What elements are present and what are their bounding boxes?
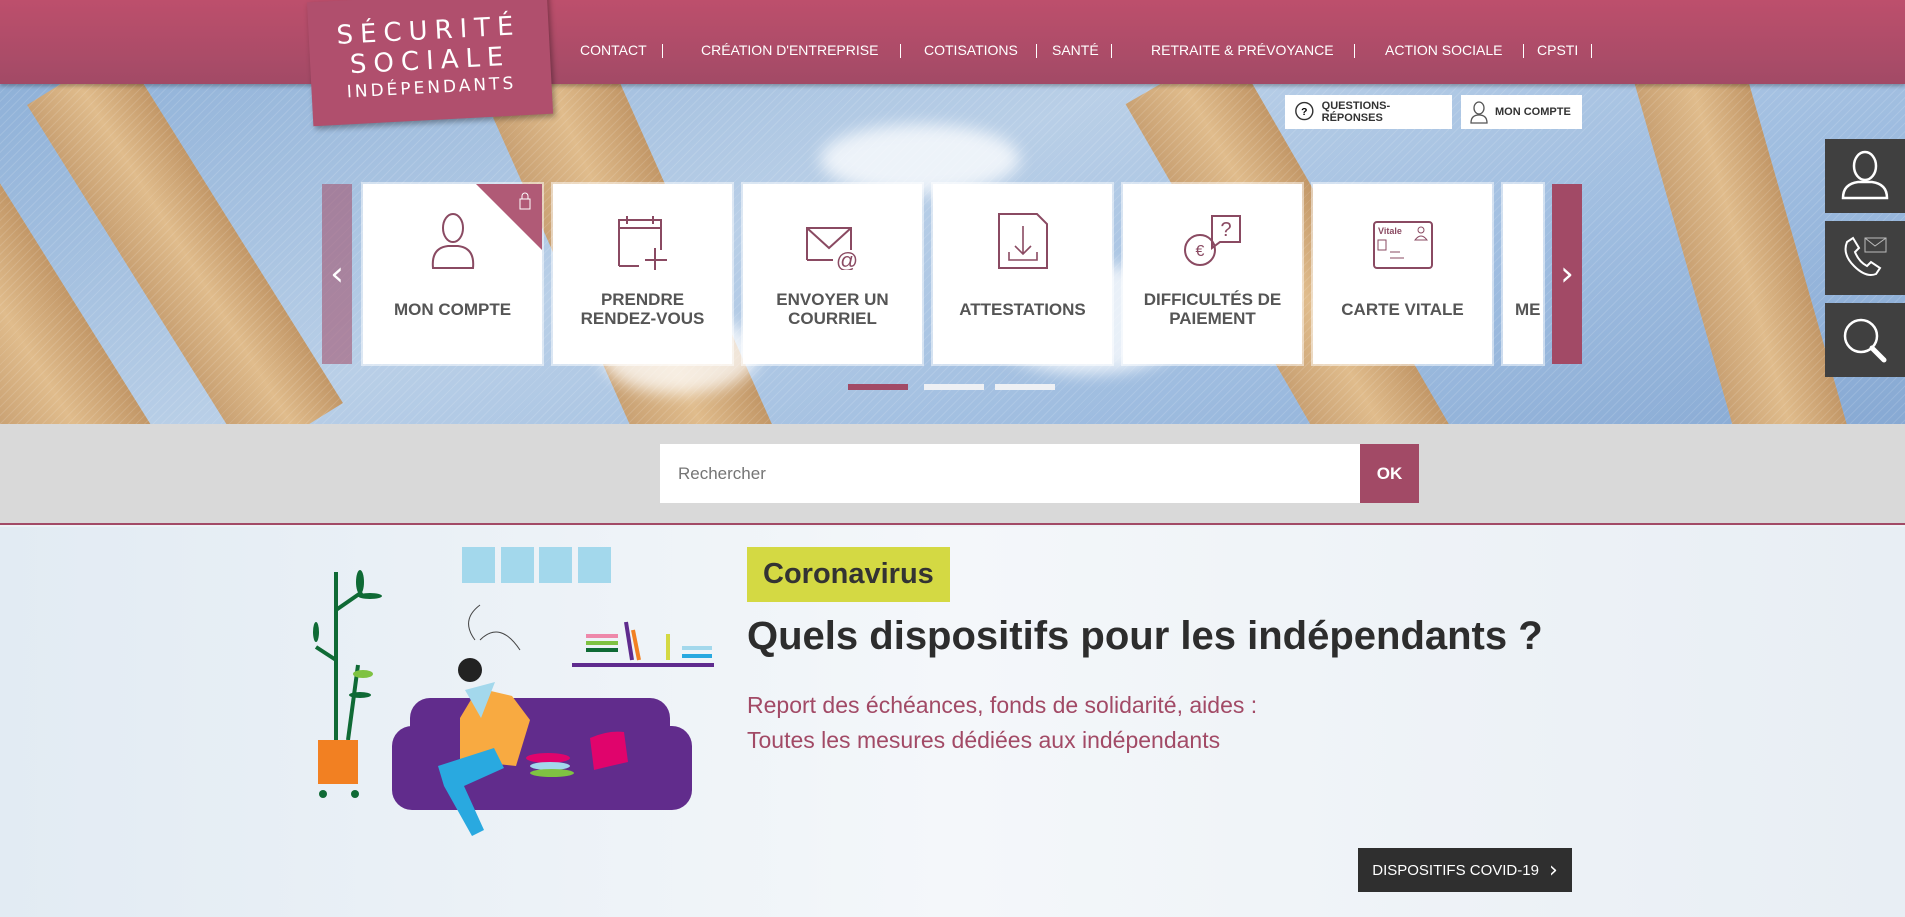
document-download-icon — [997, 213, 1048, 269]
nav-sante[interactable]: SANTÉ — [1052, 42, 1099, 58]
question-bubble-icon: ? — [1295, 101, 1314, 121]
search-input[interactable] — [660, 444, 1360, 503]
svg-text:?: ? — [1301, 107, 1307, 118]
card-carte-vitale[interactable]: Vitale CARTE VITALE — [1313, 184, 1492, 364]
magnifier-icon — [1843, 318, 1887, 363]
logo[interactable]: SÉCURITÉ SOCIALE INDÉPENDANTS — [306, 0, 554, 127]
lock-corner — [476, 184, 542, 250]
vitale-card-icon: Vitale — [1372, 221, 1433, 269]
feature-section — [0, 527, 1905, 917]
search-ok-button[interactable]: OK — [1360, 444, 1419, 503]
user-icon — [431, 213, 474, 269]
side-search-button[interactable] — [1825, 303, 1905, 377]
carousel-prev-button[interactable]: ‹ — [322, 184, 352, 364]
card-partial[interactable]: ME — [1503, 184, 1543, 364]
carousel-dot-1[interactable] — [848, 384, 908, 390]
carousel-dot-3[interactable] — [995, 384, 1055, 390]
svg-text:?: ? — [1220, 219, 1231, 241]
email-icon: @ — [805, 227, 858, 270]
card-courriel[interactable]: @ ENVOYER UN COURRIEL — [743, 184, 922, 364]
nav-retraite[interactable]: RETRAITE & PRÉVOYANCE — [1151, 42, 1334, 58]
card-difficultes-paiement[interactable]: €? DIFFICULTÉS DE PAIEMENT — [1123, 184, 1302, 364]
feature-title: Quels dispositifs pour les indépendants … — [747, 614, 1543, 658]
card-attestations[interactable]: ATTESTATIONS — [933, 184, 1112, 364]
nav-cpsti[interactable]: CPSTI — [1537, 42, 1578, 58]
svg-text:Vitale: Vitale — [1378, 226, 1402, 236]
svg-text:€: € — [1195, 243, 1204, 260]
user-icon — [1841, 150, 1889, 200]
illustration-covid — [313, 547, 714, 836]
chevron-left-icon: ‹ — [330, 254, 344, 294]
lock-icon — [519, 192, 531, 210]
nav-action-sociale[interactable]: ACTION SOCIALE — [1385, 42, 1502, 58]
feature-subtitle-2: Toutes les mesures dédiées aux indépenda… — [747, 727, 1221, 753]
carousel-next-button[interactable]: › — [1552, 184, 1582, 364]
chevron-right-icon: › — [1548, 857, 1558, 883]
chevron-right-icon: › — [1560, 254, 1574, 294]
side-account-button[interactable] — [1825, 139, 1905, 213]
user-icon — [1470, 101, 1488, 124]
nav-creation[interactable]: CRÉATION D'ENTREPRISE — [701, 42, 878, 58]
nav-contact[interactable]: CONTACT — [580, 42, 647, 58]
side-contact-button[interactable] — [1825, 221, 1905, 295]
phone-mail-icon — [1844, 236, 1887, 276]
faq-button[interactable]: ? QUESTIONS-RÉPONSES — [1285, 95, 1452, 129]
account-button[interactable]: MON COMPTE — [1461, 95, 1582, 129]
calendar-add-icon — [617, 216, 667, 270]
card-mon-compte[interactable]: MON COMPTE — [363, 184, 542, 364]
euro-question-icon: €? — [1183, 215, 1241, 266]
coronavirus-badge: Coronavirus — [747, 547, 950, 602]
covid-measures-button[interactable]: DISPOSITIFS COVID-19 › — [1358, 848, 1572, 892]
carousel-dot-2[interactable] — [924, 384, 984, 390]
feature-subtitle-1: Report des échéances, fonds de solidarit… — [747, 692, 1258, 718]
card-rendez-vous[interactable]: PRENDRE RENDEZ-VOUS — [553, 184, 732, 364]
nav-cotisations[interactable]: COTISATIONS — [924, 42, 1018, 58]
svg-text:@: @ — [835, 248, 857, 270]
